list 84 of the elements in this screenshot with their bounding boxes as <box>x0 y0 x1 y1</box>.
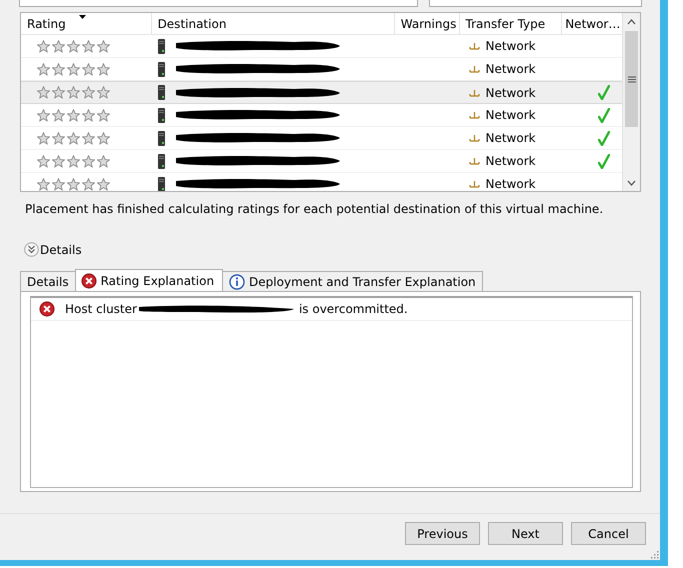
star-icon <box>52 108 65 122</box>
message-text: is overcommitted. <box>298 302 408 316</box>
transfer-type: Network <box>485 39 536 53</box>
star-icon <box>97 178 110 190</box>
server-icon <box>158 154 165 168</box>
network-icon <box>469 134 480 142</box>
star-icon <box>82 108 95 122</box>
network-icon <box>469 180 480 188</box>
star-icon <box>67 154 80 168</box>
network-icon <box>469 111 480 119</box>
network-icon <box>469 65 480 73</box>
details-expander[interactable]: Details <box>24 242 660 257</box>
star-icon <box>82 154 95 168</box>
star-icon <box>82 62 95 76</box>
transfer-type: Network <box>485 62 536 76</box>
resize-grip-icon[interactable] <box>650 550 659 559</box>
star-icon <box>67 178 80 190</box>
transfer-type: Network <box>485 131 536 145</box>
server-icon <box>158 38 165 54</box>
error-icon <box>39 301 55 317</box>
star-icon <box>37 178 50 190</box>
server-icon <box>158 62 165 76</box>
star-icon <box>97 40 110 52</box>
star-icon <box>82 132 95 144</box>
star-icon <box>52 62 65 76</box>
grid-row[interactable]: Network <box>21 104 622 127</box>
status-message: Placement has finished calculating ratings for each potential destination of this virtual machine. <box>25 202 604 216</box>
star-icon <box>67 40 80 52</box>
star-icon <box>37 154 50 168</box>
star-icon <box>52 40 65 52</box>
grid-row[interactable]: Network <box>21 150 622 173</box>
chevron-icon <box>24 242 39 257</box>
wizard-button[interactable]: Previous <box>405 522 480 545</box>
server-icon <box>158 108 165 122</box>
transfer-type: Network <box>485 108 536 122</box>
star-icon <box>82 86 95 99</box>
star-icon <box>37 40 50 52</box>
star-icon <box>82 40 95 52</box>
transfer-type: Network <box>485 154 536 168</box>
network-icon <box>469 42 480 50</box>
star-icon <box>97 132 110 144</box>
star-icon <box>67 132 80 144</box>
wizard-button[interactable]: Cancel <box>571 522 646 545</box>
grid-row[interactable]: Network <box>21 127 622 150</box>
tab[interactable]: Details <box>20 271 76 291</box>
server-icon <box>158 85 165 100</box>
star-icon <box>37 62 50 76</box>
star-icon <box>37 108 50 122</box>
tab[interactable]: Rating Explanation <box>74 269 224 291</box>
star-icon <box>37 86 50 99</box>
transfer-type: Network <box>485 177 536 191</box>
star-icon <box>97 86 110 99</box>
wizard-button[interactable]: Next <box>488 522 563 545</box>
message-text: Host cluster <box>65 302 137 316</box>
column-header[interactable]: Networ… <box>562 13 622 34</box>
grid-row[interactable]: Network <box>21 35 622 58</box>
star-icon <box>67 62 80 76</box>
column-header[interactable]: Rating <box>21 13 152 34</box>
star-icon <box>97 108 110 122</box>
scrollbar-thumb[interactable] <box>625 31 638 127</box>
star-icon <box>82 178 95 190</box>
grid-row[interactable]: Network <box>21 81 622 104</box>
star-icon <box>52 154 65 168</box>
error-icon <box>80 272 97 288</box>
vertical-scrollbar[interactable] <box>622 13 640 191</box>
column-header[interactable]: Destination <box>152 13 395 34</box>
tab[interactable]: Deployment and Transfer Explanation <box>222 271 483 291</box>
server-icon <box>158 176 165 191</box>
grid-row[interactable]: Network <box>21 173 622 191</box>
transfer-type: Network <box>485 86 536 100</box>
network-icon <box>469 88 480 96</box>
sort-arrow-icon <box>79 15 86 19</box>
star-icon <box>52 132 65 144</box>
star-icon <box>97 154 110 168</box>
column-header[interactable]: Transfer Type <box>460 13 562 34</box>
column-header[interactable]: Warnings <box>394 13 460 34</box>
network-icon <box>469 157 480 165</box>
star-icon <box>97 62 110 76</box>
star-icon <box>37 132 50 144</box>
star-icon <box>67 86 80 99</box>
star-icon <box>52 178 65 190</box>
server-icon <box>158 130 165 146</box>
star-icon <box>67 108 80 122</box>
star-icon <box>52 86 65 99</box>
